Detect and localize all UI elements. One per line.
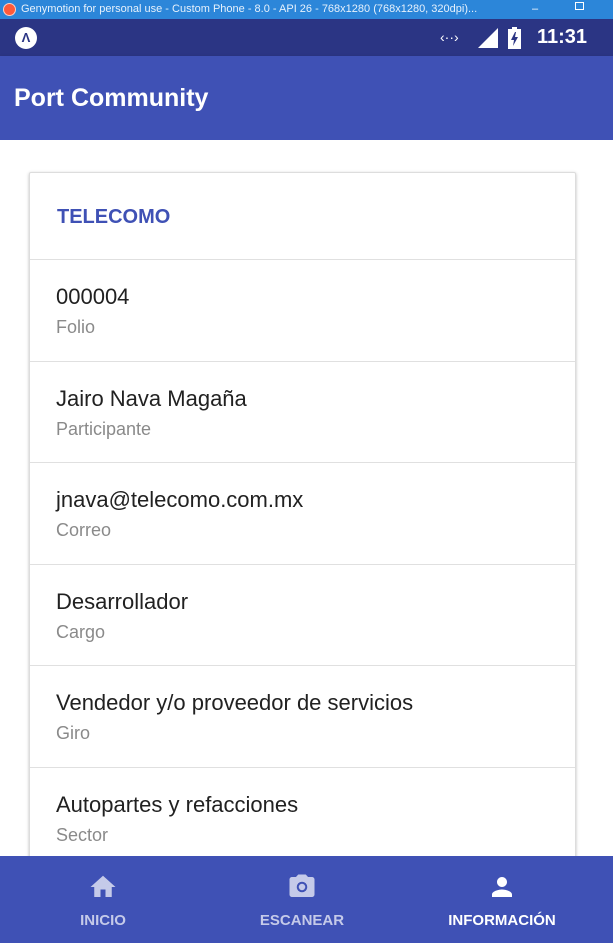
- app-notification-icon: Λ: [15, 27, 37, 49]
- cell-signal-icon: [478, 28, 498, 48]
- card-header: TELECOMO: [30, 173, 575, 260]
- camera-icon: [289, 874, 315, 897]
- emulator-title-bar: Genymotion for personal use - Custom Pho…: [0, 0, 613, 19]
- position-value: Desarrollador: [56, 588, 189, 614]
- list-item: Desarrollador Cargo: [30, 565, 575, 666]
- app-bar: Port Community: [0, 56, 613, 140]
- maximize-button[interactable]: [575, 2, 584, 10]
- battery-charging-icon: [508, 27, 521, 49]
- list-item: Vendedor y/o proveedor de servicios Giro: [30, 666, 575, 768]
- folio-value: 000004: [56, 284, 130, 309]
- business-type-value: Vendedor y/o proveedor de servicios: [56, 690, 414, 715]
- position-label: Cargo: [56, 621, 106, 642]
- data-activity-icon: ‹··›: [440, 29, 459, 45]
- status-clock: 11:31: [537, 26, 588, 48]
- business-type-label: Giro: [56, 723, 91, 743]
- person-icon: [492, 877, 512, 897]
- company-name: TELECOMO: [57, 206, 171, 228]
- content-area[interactable]: TELECOMO 000004 Folio Jairo Nava Magaña …: [0, 140, 613, 856]
- email-label: Correo: [56, 520, 112, 540]
- genymotion-logo-icon: [3, 3, 16, 16]
- nav-item-informacion[interactable]: INFORMACIÓN: [422, 856, 582, 943]
- list-item: jnava@telecomo.com.mx Correo: [30, 463, 575, 565]
- nav-label-escanear: ESCANEAR: [259, 912, 345, 929]
- nav-item-inicio[interactable]: INICIO: [23, 856, 183, 943]
- folio-label: Folio: [56, 317, 96, 337]
- nav-label-informacion: INFORMACIÓN: [448, 912, 556, 929]
- list-item: 000004 Folio: [30, 260, 575, 362]
- participant-value: Jairo Nava Magaña: [56, 385, 247, 411]
- nav-item-escanear[interactable]: ESCANEAR: [222, 856, 382, 943]
- participant-label: Participante: [56, 418, 152, 439]
- email-value: jnava@telecomo.com.mx: [56, 487, 304, 512]
- emulator-window-title: Genymotion for personal use - Custom Pho…: [21, 3, 478, 15]
- sector-value: Autopartes y refacciones: [56, 791, 299, 817]
- app-title: Port Community: [14, 84, 209, 112]
- bottom-navigation: INICIO ESCANEAR INFORMACIÓN: [0, 856, 613, 943]
- participant-card: TELECOMO 000004 Folio Jairo Nava Magaña …: [29, 172, 576, 856]
- list-item: Autopartes y refacciones Sector: [30, 768, 575, 857]
- nav-label-inicio: INICIO: [80, 912, 126, 929]
- home-icon: [90, 875, 116, 897]
- list-item: Jairo Nava Magaña Participante: [30, 362, 575, 463]
- minimize-button[interactable]: –: [532, 0, 538, 19]
- status-bar: Λ ‹··› 11:31: [0, 19, 613, 56]
- sector-label: Sector: [56, 824, 109, 845]
